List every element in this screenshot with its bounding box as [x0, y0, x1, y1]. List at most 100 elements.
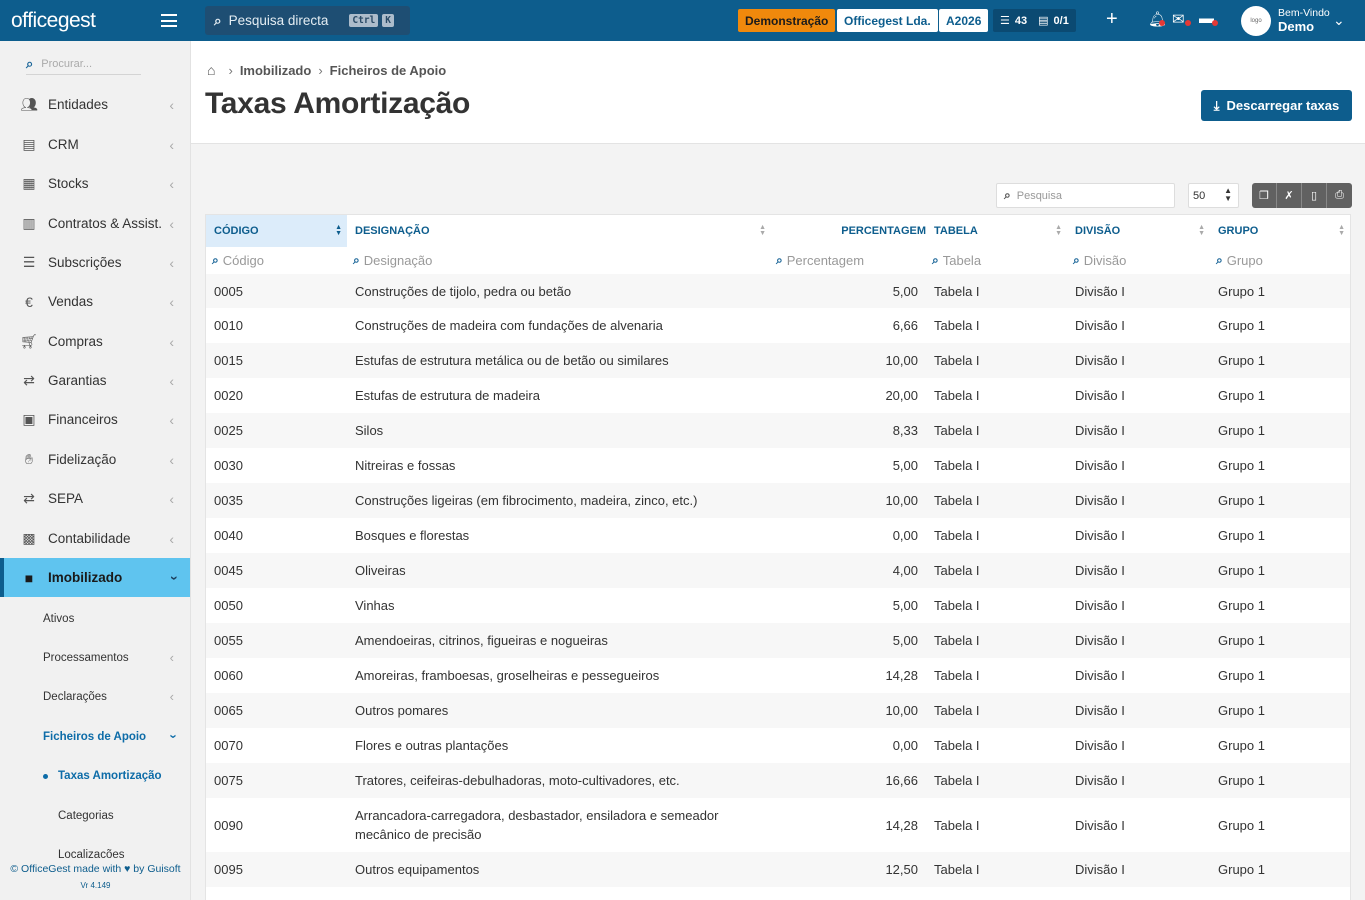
table-row[interactable]: 0035 Construções ligeiras (em fibrociment…	[206, 483, 1350, 518]
sidebar-item-compras[interactable]: 🛒︎ Compras ‹	[0, 322, 190, 361]
filter-table-input[interactable]: ⌕ Tabela	[926, 247, 1067, 273]
column-header-designation[interactable]: DESIGNAÇÃO ▲ ▼	[347, 215, 771, 247]
sidebar-subitem-ficheiros-apoio[interactable]: Ficheiros de Apoio ‹	[0, 717, 190, 756]
table-row[interactable]: 0005 Construções de tijolo, pedra ou betã…	[206, 274, 1350, 308]
pdf-icon[interactable]: ▯	[1302, 183, 1327, 208]
mail-icon[interactable]: ✉	[1172, 10, 1185, 28]
filter-percentage-input[interactable]: ⌕ Percentagem	[770, 247, 926, 273]
cell-percentage: 10,00	[885, 493, 918, 508]
avatar[interactable]: logo	[1241, 6, 1271, 36]
table-row[interactable]: 0095 Outros equipamentos 12,50 Tabela I Divi…	[206, 852, 1350, 887]
cell-group: Grupo 1	[1218, 862, 1265, 877]
cell-group: Grupo 1	[1218, 633, 1265, 648]
table-row[interactable]: 0090 Arrancadora-carregadora, desbastador…	[206, 798, 1350, 852]
select-arrows-icon: ▲ ▼	[1224, 186, 1232, 203]
cell-code: 0040	[214, 528, 243, 543]
cell-percentage: 6,66	[892, 318, 918, 333]
sidebar-subsubitem-taxas-amortizacao[interactable]: Taxas Amortização	[0, 756, 190, 795]
user-name: Demo	[1278, 19, 1315, 34]
user-menu[interactable]: Bem-Vindo Demo	[1278, 7, 1330, 33]
logo-text: officegest	[11, 8, 96, 32]
sidebar-item-crm[interactable]: ▤ CRM ‹	[0, 125, 190, 164]
print-icon[interactable]: ⎙	[1327, 183, 1352, 208]
breadcrumb-item[interactable]: Ficheiros de Apoio	[330, 63, 447, 78]
filter-designation-input[interactable]: ⌕ Designação	[347, 247, 767, 273]
filter-group-input[interactable]: ⌕ Grupo	[1210, 247, 1350, 273]
sidebar-subitem-declaracoes[interactable]: Declarações ‹	[0, 677, 190, 716]
cell-designation: Amendoeiras, citrinos, figueiras e nogue…	[355, 633, 608, 648]
filter-division-input[interactable]: ⌕ Divisão	[1067, 247, 1210, 273]
sidebar-item-vendas[interactable]: € Vendas ‹	[0, 282, 190, 321]
table-row[interactable]: 0010 Construções de madeira com fundações…	[206, 308, 1350, 343]
cell-percentage: 0,00	[892, 738, 918, 753]
excel-icon[interactable]: ✗	[1277, 183, 1302, 208]
cell-division: Divisão I	[1075, 283, 1125, 299]
table-row[interactable]: 0065 Outros pomares 10,00 Tabela I Divisão I…	[206, 693, 1350, 728]
page-size-value: 50	[1193, 189, 1206, 202]
menu-toggle-icon[interactable]	[161, 14, 177, 27]
table-row[interactable]: 0075 Tratores, ceifeiras-debulhadoras, mo…	[206, 763, 1350, 798]
table-row[interactable]: 0060 Amoreiras, framboesas, groselheiras …	[206, 658, 1350, 693]
app-logo[interactable]: officegest	[0, 0, 191, 41]
download-rates-button[interactable]: ⤓ Descarregar taxas	[1201, 90, 1352, 121]
table-row[interactable]: 0045 Oliveiras 4,00 Tabela I Divisão I Grupo …	[206, 553, 1350, 588]
chevron-left-icon: ‹	[169, 689, 174, 704]
search-icon: ⌕	[1073, 252, 1080, 267]
sidebar-item-entidades[interactable]: 👥︎ Entidades ‹	[0, 85, 190, 124]
table-row[interactable]: 0070 Flores e outras plantações 0,00 Tabela…	[206, 728, 1350, 763]
sidebar-item-label: Compras	[48, 334, 103, 349]
table-row[interactable]: 0020 Estufas de estrutura de madeira 20,00…	[206, 378, 1350, 413]
chevron-down-icon[interactable]: ⌄	[1333, 12, 1345, 29]
sidebar-item-sepa[interactable]: ⇄ SEPA ‹	[0, 479, 190, 518]
cell-percentage: 5,00	[892, 633, 918, 648]
filter-code-input[interactable]: ⌕ Código	[206, 247, 347, 273]
sidebar-item-contabilidade[interactable]: ▩ Contabilidade ‹	[0, 519, 190, 558]
column-header-table[interactable]: TABELA ▲ ▼	[926, 215, 1067, 247]
table-row[interactable]: 0050 Vinhas 5,00 Tabela I Divisão I Grupo 1	[206, 588, 1350, 623]
copy-icon[interactable]: ❐	[1252, 183, 1277, 208]
sidebar-item-subscricoes[interactable]: ☰ Subscrições ‹	[0, 243, 190, 282]
tasks-counter[interactable]: ☰ 43 ▤ 0/1	[993, 9, 1076, 32]
cell-table: Tabela I	[934, 423, 980, 438]
table-row[interactable]: 0040 Bosques e florestas 0,00 Tabela I Divis…	[206, 518, 1350, 553]
company-badge[interactable]: Officegest Lda.	[837, 9, 938, 32]
table-row[interactable]: 0025 Silos 8,33 Tabela I Divisão I Grupo 1	[206, 413, 1350, 448]
chevron-left-icon: ‹	[169, 293, 174, 310]
add-icon[interactable]: +	[1106, 8, 1118, 31]
cell-percentage: 20,00	[885, 388, 918, 403]
table-row[interactable]: 0030 Nitreiras e fossas 5,00 Tabela I Divisã…	[206, 448, 1350, 483]
column-header-group[interactable]: GRUPO ▲ ▼	[1210, 215, 1350, 247]
bell-icon[interactable]: 🔔︎	[1148, 10, 1167, 28]
sidebar-item-label: Contratos & Assist.	[48, 216, 163, 231]
breadcrumb: ⌂ › Imobilizado › Ficheiros de Apoio	[207, 62, 446, 78]
sidebar-item-fidelizacao[interactable]: ✋︎ Fidelização ‹	[0, 440, 190, 479]
global-search-input[interactable]: ⌕ Pesquisa directa Ctrl K	[205, 6, 410, 35]
sidebar-subitem-ativos[interactable]: Ativos	[0, 599, 190, 638]
breadcrumb-item[interactable]: Imobilizado	[240, 63, 312, 78]
sidebar-search-input[interactable]: ⌕ Procurar...	[26, 53, 141, 75]
page-size-select[interactable]: 50 ▲ ▼	[1188, 183, 1239, 208]
column-header-code[interactable]: CÓDIGO ▲ ▼	[206, 215, 347, 247]
cell-designation: Outros equipamentos	[355, 862, 480, 877]
column-header-percentage[interactable]: PERCENTAGEM	[771, 215, 926, 247]
sidebar-subitem-processamentos[interactable]: Processamentos ‹	[0, 638, 190, 677]
sidebar-footer: © OfficeGest made with ♥ by Guisoft Vr 4…	[0, 858, 190, 900]
sidebar-item-contratos[interactable]: ▥ Contratos & Assist. ‹	[0, 204, 190, 243]
sidebar-item-stocks[interactable]: ▦ Stocks ‹	[0, 164, 190, 203]
sidebar-item-financeiros[interactable]: ▣ Financeiros ‹	[0, 400, 190, 439]
sidebar-item-imobilizado[interactable]: ■ Imobilizado ‹	[0, 558, 190, 597]
sidebar-item-garantias[interactable]: ⇄ Garantias ‹	[0, 361, 190, 400]
demo-badge[interactable]: Demonstração	[738, 9, 836, 32]
calculator-icon: ▩	[22, 530, 36, 546]
column-header-division[interactable]: DIVISÃO ▲ ▼	[1067, 215, 1210, 247]
table-row[interactable]: 0015 Estufas de estrutura metálica ou de …	[206, 343, 1350, 378]
cell-percentage: 5,00	[892, 283, 918, 299]
cell-group: Grupo 1	[1218, 353, 1265, 368]
table-search-input[interactable]: ⌕ Pesquisa	[996, 183, 1175, 208]
year-badge[interactable]: A2026	[939, 9, 989, 32]
home-icon[interactable]: ⌂	[207, 62, 215, 78]
table-row[interactable]: 0055 Amendoeiras, citrinos, figueiras e n…	[206, 623, 1350, 658]
column-header-label: GRUPO	[1218, 225, 1259, 237]
cell-table: Tabela I	[934, 703, 980, 718]
sidebar-subsubitem-categorias[interactable]: Categorias	[0, 796, 190, 835]
